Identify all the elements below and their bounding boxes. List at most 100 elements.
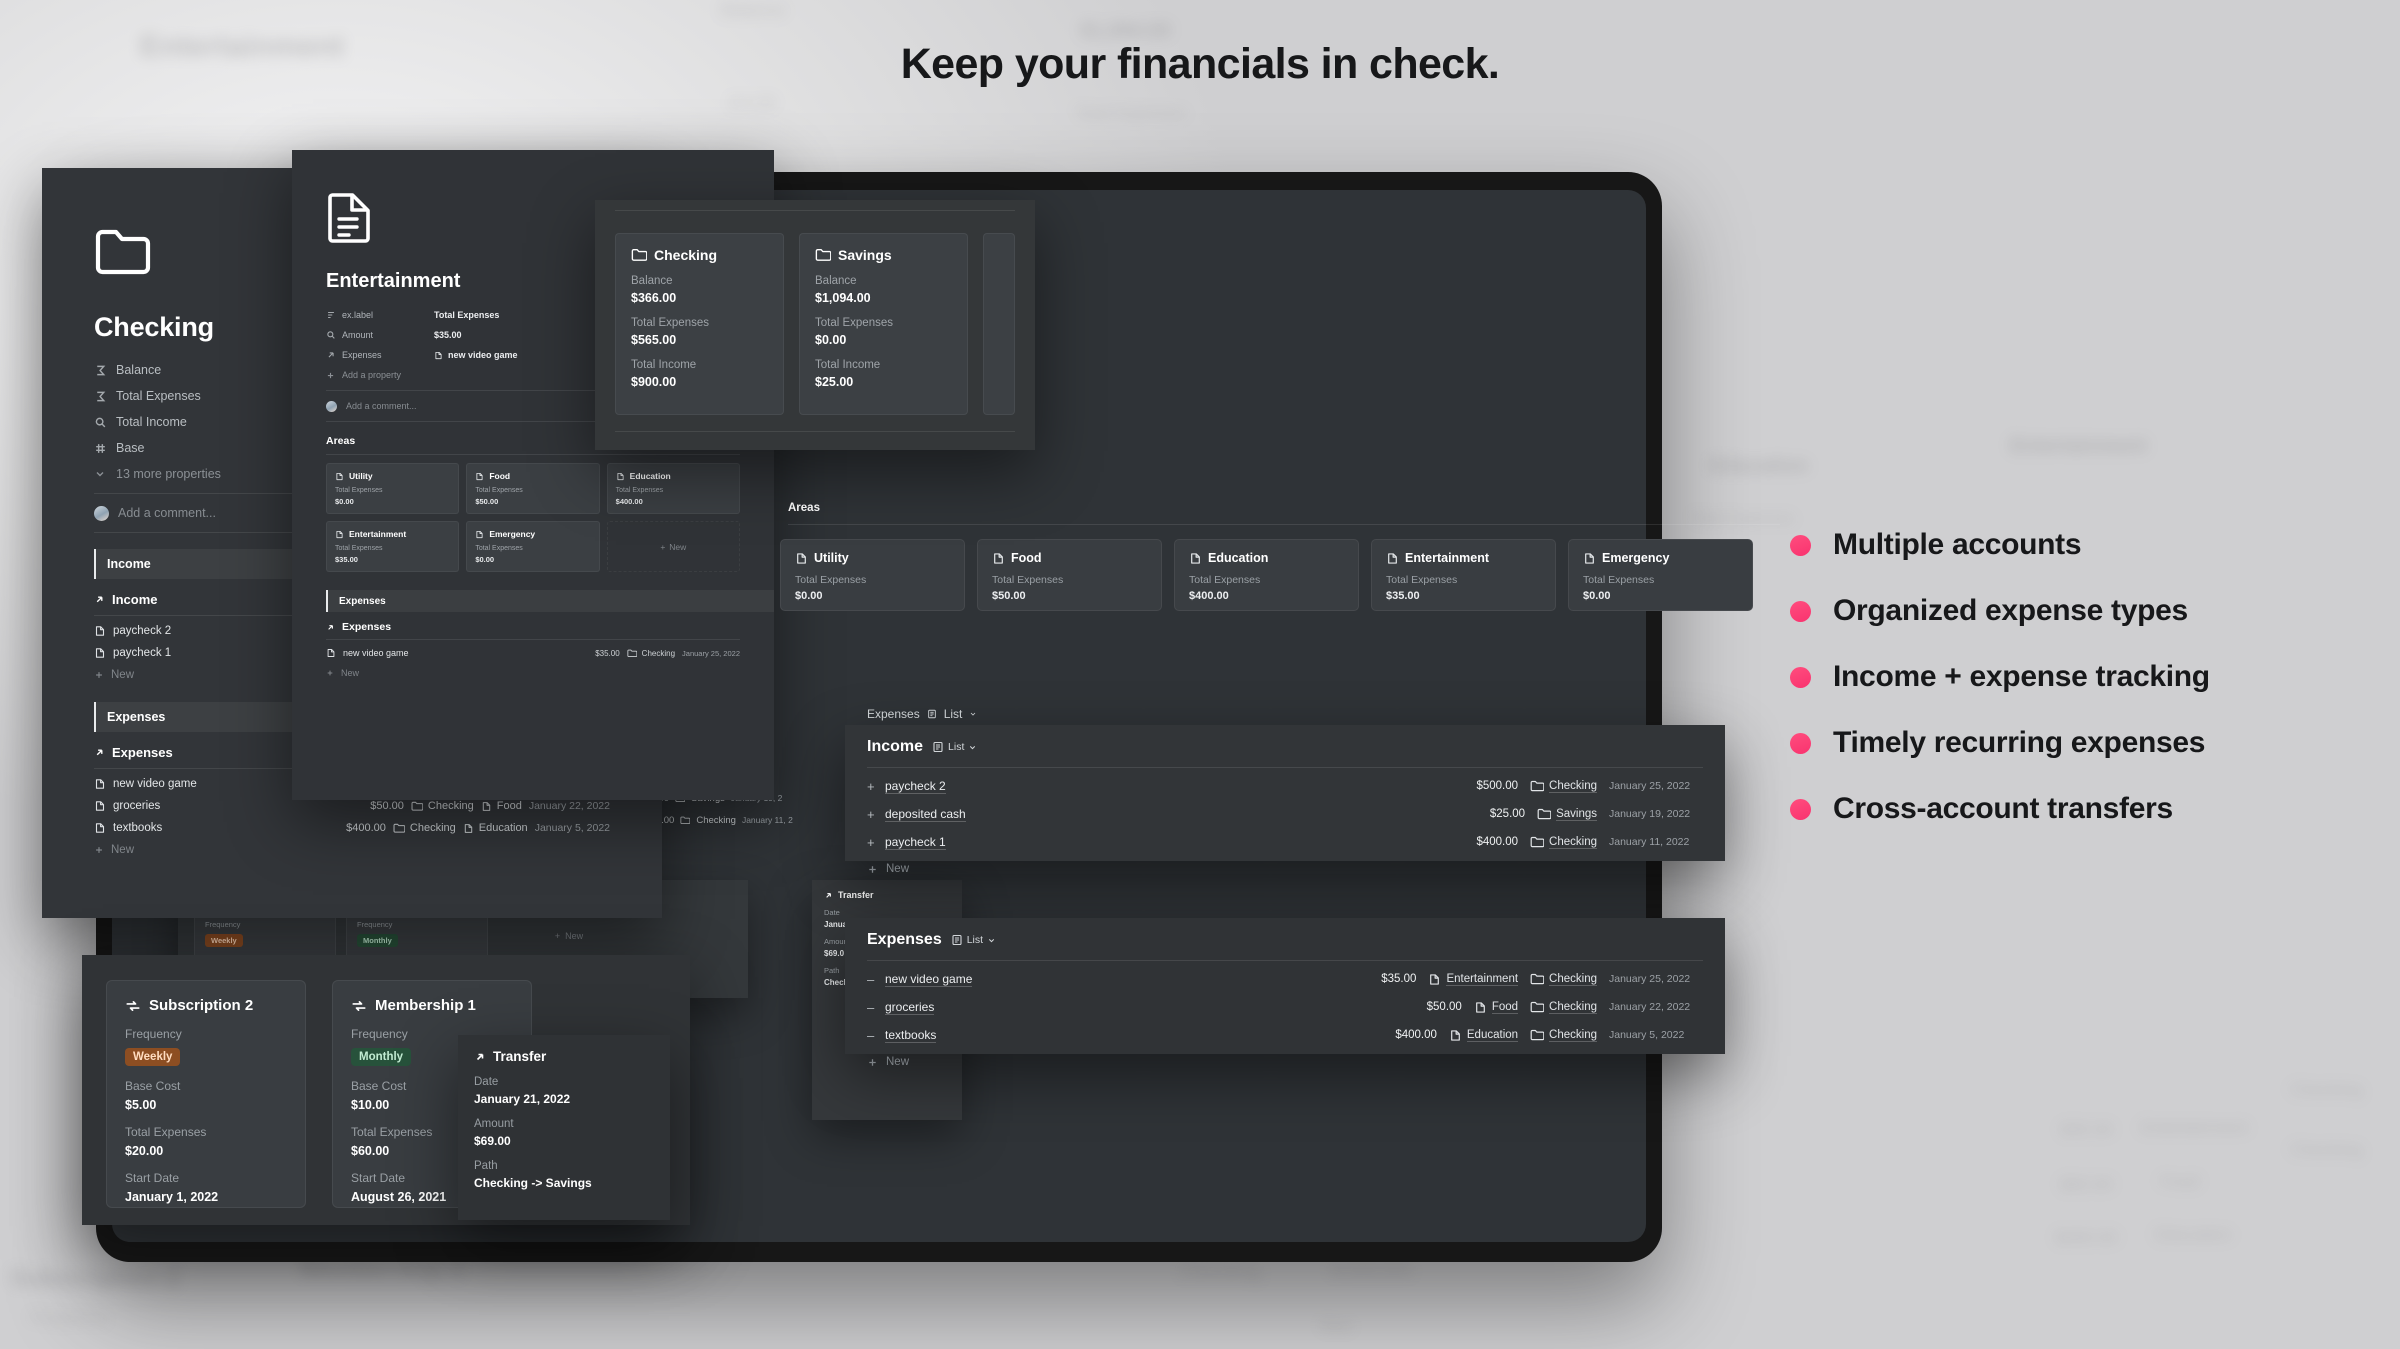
row-amount: $25.00	[1489, 808, 1526, 820]
area-card[interactable]: Utility Total Expenses $0.00	[780, 539, 965, 611]
income-row-name: paycheck 2	[113, 625, 172, 637]
add-property-label: Add a property	[342, 370, 402, 380]
transfer-behind-title: Transfer	[838, 890, 874, 900]
plus-icon	[94, 845, 104, 855]
expense-row[interactable]: new video game $35.00 Checking January 25, …	[326, 644, 740, 662]
income-row[interactable]: + deposited cash $25.00 Savings January 19, …	[845, 800, 1725, 828]
expense-row[interactable]: – textbooks $400.00 Education Checking Januar…	[845, 1021, 1725, 1049]
area-card[interactable]: Food Total Expenses $50.00	[977, 539, 1162, 611]
page-icon	[94, 625, 106, 637]
account-card[interactable]: Savings Balance $1,094.00 Total Expenses $0.…	[799, 233, 968, 415]
transfer-card-panel: Transfer Date January 21, 2022 Amount $6…	[458, 1035, 670, 1220]
expense-row-name: new video game	[343, 648, 409, 658]
area-card-title: Emergency	[475, 529, 590, 539]
ent-expenses-heading-label: Expenses	[342, 621, 392, 633]
row-account[interactable]: Checking	[1530, 780, 1597, 793]
income-panel-new-row[interactable]: New	[845, 856, 1725, 882]
expenses-view-label: List	[966, 934, 984, 946]
ghost-text: textbooks	[1330, 1260, 1414, 1281]
avatar	[94, 505, 109, 521]
row-area[interactable]: Entertainment	[1428, 973, 1519, 986]
feature-item: Income + expense tracking	[1790, 644, 2210, 710]
row-date: January 22, 2022	[1609, 1001, 1691, 1013]
income-row-name: paycheck 1	[113, 647, 172, 659]
expense-row[interactable]: textbooks $400.00 Checking Education January…	[94, 817, 610, 839]
expenses-panel-new-row[interactable]: New	[845, 1049, 1725, 1075]
feature-list: Multiple accounts Organized expense types…	[1790, 512, 2210, 842]
row-area[interactable]: Food	[1474, 1001, 1519, 1014]
ghost-text: Education	[1710, 455, 1809, 477]
row-account[interactable]: Checking	[1530, 1029, 1597, 1042]
income-view-label: List	[948, 741, 965, 753]
area-card[interactable]: Entertainment Total Expenses $35.00	[326, 521, 460, 572]
account-card-value: $0.00	[815, 333, 847, 347]
behind-row-account	[680, 816, 691, 825]
start-date-label: Start Date	[125, 1171, 180, 1185]
transfer-path-value: Checking -> Savings	[474, 1176, 592, 1190]
page-icon	[94, 822, 106, 834]
feature-item: Cross-account transfers	[1790, 776, 2210, 842]
feature-item: Organized expense types	[1790, 578, 2210, 644]
income-row[interactable]: + paycheck 1 $400.00 Checking January 11, 20…	[845, 828, 1725, 856]
row-amount: $35.00	[1381, 973, 1417, 985]
income-panel-new-label: New	[886, 863, 910, 875]
account-card-partial[interactable]	[983, 233, 1015, 415]
income-heading-label: Income	[112, 592, 158, 607]
row-amount: $500.00	[1476, 780, 1519, 792]
row-account[interactable]: Checking	[1530, 1001, 1597, 1014]
ghost-text: Education	[2155, 1225, 2233, 1244]
area-card[interactable]: Education Total Expenses $400.00	[1174, 539, 1359, 611]
ghost-text: Checking	[1180, 1262, 1261, 1283]
ent-add-comment-placeholder: Add a comment...	[346, 401, 417, 411]
area-card[interactable]: Food Total Expenses $50.00	[466, 463, 600, 514]
expenses-view-switcher[interactable]: List	[951, 934, 996, 946]
transfer-title: Transfer	[493, 1049, 547, 1064]
expense-row-account: Checking	[411, 800, 474, 812]
expenses-new-row[interactable]: New	[94, 839, 610, 861]
expense-row[interactable]: – groceries $50.00 Food Checking January 22, …	[845, 993, 1725, 1021]
area-card-value: $400.00	[1189, 590, 1229, 602]
plus-icon	[867, 864, 878, 875]
tab-expenses-label: Expenses	[107, 710, 166, 724]
hash-icon	[94, 442, 116, 455]
ghost-text: $ 0.00	[730, 95, 776, 112]
area-card-label: Total Expenses	[1583, 574, 1655, 586]
area-card[interactable]: Entertainment Total Expenses $35.00	[1371, 539, 1556, 611]
row-account[interactable]: Savings	[1537, 808, 1597, 821]
area-card[interactable]: Utility Total Expenses $0.00	[326, 463, 460, 514]
area-card-label: Total Expenses	[795, 574, 867, 586]
ent-areas-divider	[326, 454, 740, 455]
ghost-text: $50.00	[2060, 1175, 2114, 1194]
expense-row[interactable]: – new video game $35.00 Entertainment Checki…	[845, 965, 1725, 993]
row-sign: –	[867, 1027, 875, 1043]
row-account[interactable]: Checking	[1530, 973, 1597, 986]
account-card[interactable]: Checking Balance $366.00 Total Expenses $565…	[615, 233, 784, 415]
area-card-value: $0.00	[1583, 590, 1611, 602]
area-card[interactable]: Emergency Total Expenses $0.00	[466, 521, 600, 572]
ent-expenses-new-row[interactable]: New	[326, 662, 740, 684]
ghost-text: Checking	[2290, 1140, 2363, 1159]
area-card[interactable]: Emergency Total Expenses $0.00	[1568, 539, 1753, 611]
area-card-value: $35.00	[335, 555, 358, 564]
area-card-title: Food	[475, 471, 590, 481]
area-card-title: Utility	[795, 551, 950, 565]
list-view-icon	[951, 934, 963, 946]
income-view-switcher[interactable]: List	[932, 741, 977, 753]
ghost-text: Frequency	[30, 1310, 108, 1327]
area-card-label: Total Expenses	[335, 545, 383, 552]
recurring-card[interactable]: Subscription 2 Frequency Weekly Base Cost $5…	[106, 980, 306, 1208]
ent-tab-expenses[interactable]: Expenses	[326, 590, 774, 612]
expense-row-area: Education	[463, 822, 528, 834]
area-card-title: Education	[1189, 551, 1344, 565]
row-date: January 25, 2022	[1609, 780, 1691, 792]
row-area[interactable]: Education	[1449, 1029, 1519, 1042]
text-icon	[326, 310, 342, 320]
recurring-frequency-label: Frequency	[205, 920, 241, 929]
expenses-panel-new-label: New	[886, 1056, 910, 1068]
area-card[interactable]: Education Total Expenses $400.00	[606, 463, 740, 514]
row-account[interactable]: Checking	[1530, 836, 1597, 849]
property-value: new video game	[434, 350, 518, 360]
area-new-card[interactable]: + New	[606, 521, 740, 572]
income-row[interactable]: + paycheck 2 $500.00 Checking January 25, 20…	[845, 772, 1725, 800]
expense-row-amount: $35.00	[595, 648, 620, 658]
